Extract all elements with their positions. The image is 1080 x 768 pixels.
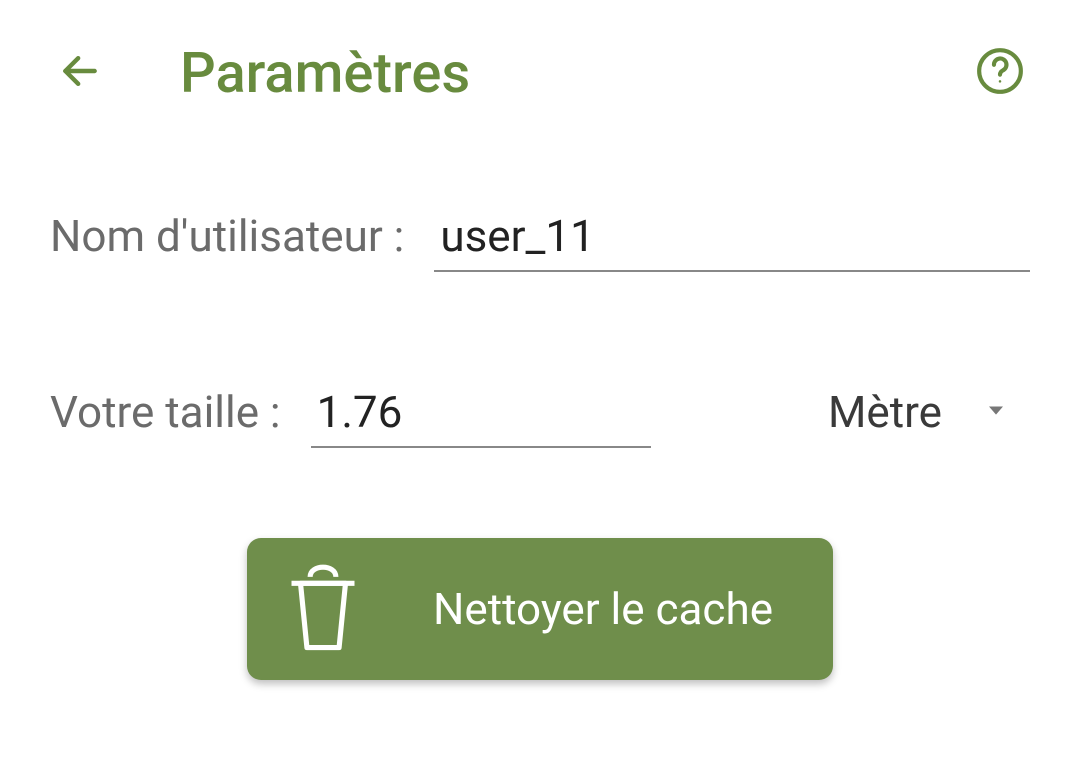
page-title: Paramètres bbox=[180, 40, 470, 106]
unit-selected-value: Mètre bbox=[828, 386, 942, 438]
username-row: Nom d'utilisateur : bbox=[50, 206, 1030, 272]
actions-row: Nettoyer le cache bbox=[50, 538, 1030, 680]
height-label: Votre taille : bbox=[50, 386, 281, 438]
height-input[interactable] bbox=[311, 382, 651, 448]
height-row: Votre taille : Mètre bbox=[50, 382, 1030, 448]
clear-cache-label: Nettoyer le cache bbox=[433, 583, 773, 635]
settings-form: Nom d'utilisateur : Votre taille : Mètre bbox=[0, 136, 1080, 680]
clear-cache-button[interactable]: Nettoyer le cache bbox=[247, 538, 833, 680]
chevron-down-icon bbox=[982, 396, 1010, 428]
arrow-left-icon bbox=[58, 49, 102, 97]
back-button[interactable] bbox=[50, 43, 110, 103]
header: Paramètres bbox=[0, 0, 1080, 136]
help-circle-icon bbox=[975, 46, 1025, 100]
unit-dropdown[interactable]: Mètre bbox=[828, 386, 1030, 438]
help-button[interactable] bbox=[970, 43, 1030, 103]
trash-icon bbox=[283, 564, 363, 654]
username-input[interactable] bbox=[434, 206, 1030, 272]
username-label: Nom d'utilisateur : bbox=[50, 210, 404, 262]
